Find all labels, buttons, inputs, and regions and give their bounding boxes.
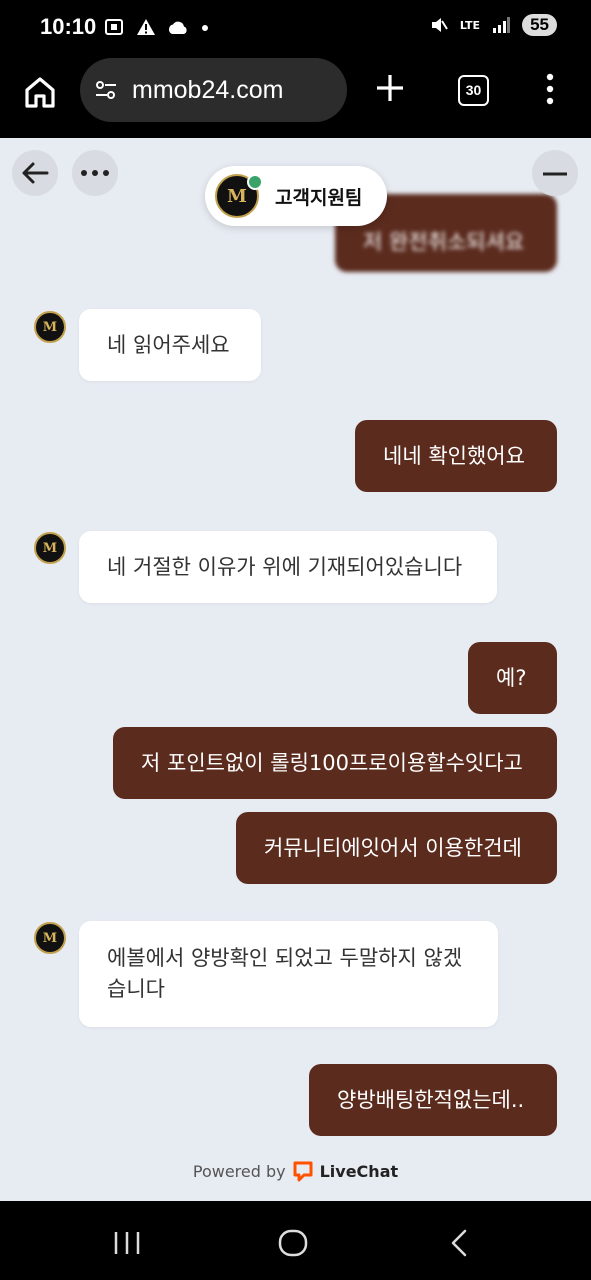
message-text: 에볼에서 양방확인 되었고 두말하지 않겠습니다 bbox=[107, 946, 463, 1001]
back-nav-icon[interactable] bbox=[448, 1229, 470, 1257]
screenshot-icon bbox=[105, 19, 123, 35]
message-text: 저 완전취소되셔요 bbox=[363, 230, 525, 254]
chat-options-button[interactable] bbox=[72, 150, 118, 196]
system-navigation-bar bbox=[0, 1201, 591, 1280]
network-type: LTE bbox=[459, 18, 481, 32]
message-bubble-outgoing: 네네 확인했어요 bbox=[355, 420, 557, 492]
message-text: 네 읽어주세요 bbox=[107, 332, 230, 357]
message-bubble-outgoing: 저 포인트없이 롤링100프로이용할수잇다고 bbox=[113, 727, 557, 799]
powered-by-label: Powered by bbox=[192, 1161, 286, 1181]
warning-icon bbox=[136, 19, 155, 35]
agent-name: 고객지원팀 bbox=[275, 186, 363, 209]
message-text: 양방배팅한적없는데.. bbox=[337, 1087, 525, 1112]
message-text: 저 포인트없이 롤링100프로이용할수잇다고 bbox=[141, 750, 523, 775]
back-button[interactable] bbox=[12, 150, 58, 196]
ellipsis-icon bbox=[81, 170, 109, 176]
minimize-icon bbox=[543, 172, 567, 176]
site-settings-icon[interactable] bbox=[94, 78, 118, 102]
cloud-icon bbox=[169, 21, 188, 34]
message-text: 네 거절한 이유가 위에 기재되어있습니다 bbox=[107, 554, 463, 579]
livechat-logo-icon bbox=[293, 1161, 313, 1182]
new-tab-icon[interactable] bbox=[374, 72, 406, 104]
livechat-brand: LiveChat bbox=[319, 1161, 399, 1181]
agent-badge: M 고객지원팀 bbox=[205, 166, 387, 226]
message-bubble-outgoing: 커뮤니티에잇어서 이용한건데 bbox=[236, 812, 557, 884]
message-text: 예? bbox=[496, 665, 527, 690]
message-bubble-outgoing: 양방배팅한적없는데.. bbox=[309, 1064, 557, 1136]
tab-switcher-button[interactable]: 30 bbox=[458, 75, 489, 106]
agent-avatar: M bbox=[34, 311, 66, 343]
home-nav-icon[interactable] bbox=[278, 1229, 308, 1257]
battery-indicator: 55 bbox=[522, 14, 557, 36]
home-icon[interactable] bbox=[22, 74, 58, 110]
powered-by-footer[interactable]: Powered by LiveChat bbox=[0, 1160, 591, 1182]
recent-apps-icon[interactable] bbox=[113, 1230, 141, 1256]
browser-toolbar: mmob24.com 30 bbox=[0, 58, 591, 138]
message-bubble-incoming: 네 읽어주세요 bbox=[79, 309, 261, 381]
notification-icons bbox=[104, 16, 209, 37]
online-status-dot bbox=[247, 174, 263, 190]
signal-icon bbox=[493, 17, 511, 33]
address-bar[interactable]: mmob24.com bbox=[80, 58, 347, 122]
message-text: 커뮤니티에잇어서 이용한건데 bbox=[264, 835, 522, 860]
url-text: mmob24.com bbox=[132, 75, 284, 104]
message-text: 네네 확인했어요 bbox=[383, 443, 525, 468]
agent-avatar: M bbox=[34, 922, 66, 954]
message-bubble-incoming: 네 거절한 이유가 위에 기재되어있습니다 bbox=[79, 531, 497, 603]
minimize-button[interactable] bbox=[532, 150, 578, 196]
status-bar: 10:10 LTE 55 bbox=[0, 0, 591, 58]
status-time: 10:10 bbox=[40, 14, 97, 39]
message-bubble-outgoing: 예? bbox=[468, 642, 557, 714]
agent-avatar: M bbox=[34, 532, 66, 564]
more-options-icon[interactable] bbox=[540, 72, 560, 106]
dot-icon bbox=[202, 25, 209, 31]
message-bubble-incoming: 에볼에서 양방확인 되었고 두말하지 않겠습니다 bbox=[79, 921, 498, 1027]
mute-icon bbox=[431, 18, 448, 32]
chat-window: 저 완전취소되셔요 M 고객지원팀 M 네 읽어주세요 네네 확인했어요 M 네… bbox=[0, 138, 591, 1201]
arrow-left-icon bbox=[22, 162, 49, 184]
